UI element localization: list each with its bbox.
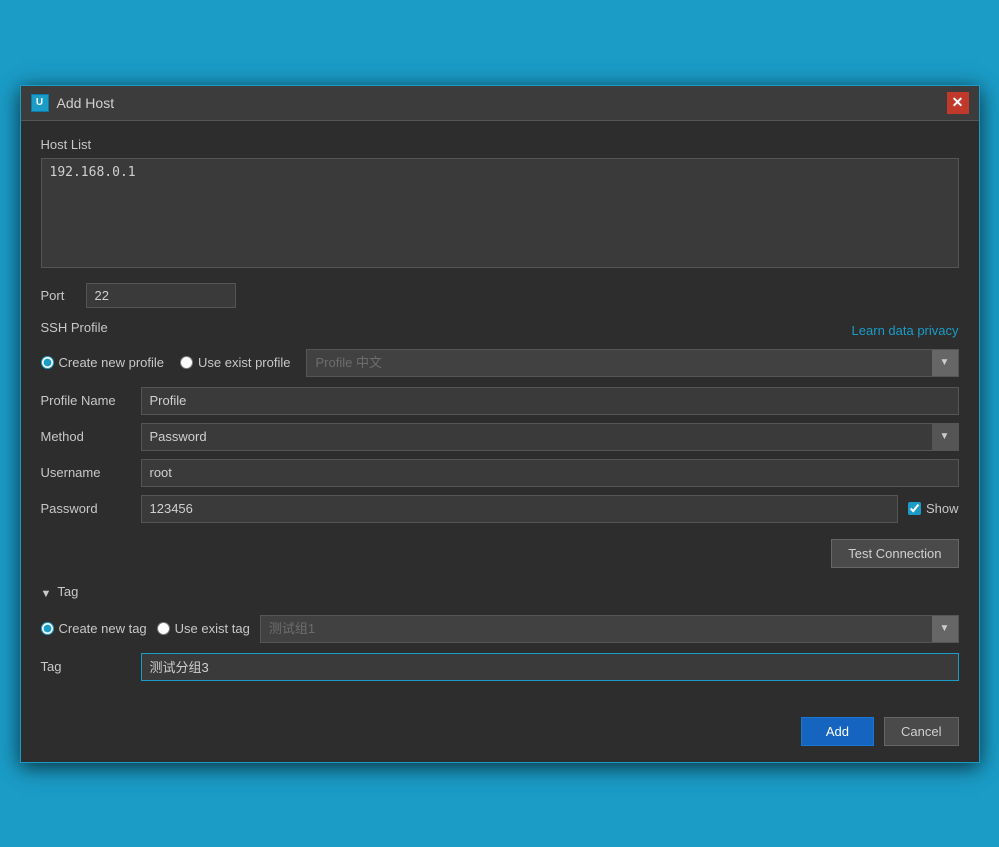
tag-triangle-icon: ▼	[41, 588, 52, 600]
port-row: Port	[41, 283, 959, 308]
ssh-radio-row: Create new profile Use exist profile Pro…	[41, 349, 959, 377]
ssh-profile-label: SSH Profile	[41, 320, 108, 335]
password-input[interactable]	[141, 495, 898, 523]
create-new-tag-option[interactable]: Create new tag	[41, 621, 147, 636]
use-exist-profile-label: Use exist profile	[198, 355, 290, 370]
use-exist-profile-radio[interactable]	[180, 356, 193, 369]
method-row: Method Password Public Key Keyboard Inte…	[41, 423, 959, 451]
tag-section-label: Tag	[57, 584, 78, 599]
tag-header: ▼ Tag	[41, 584, 959, 605]
port-input[interactable]	[86, 283, 236, 308]
host-list-input[interactable]: 192.168.0.1	[41, 158, 959, 268]
add-host-dialog: U Add Host ✕ Host List 192.168.0.1 Port …	[20, 85, 980, 763]
create-new-tag-label: Create new tag	[59, 621, 147, 636]
method-label: Method	[41, 429, 141, 444]
close-button[interactable]: ✕	[947, 92, 969, 114]
username-label: Username	[41, 465, 141, 480]
password-row: Password Show	[41, 495, 959, 523]
profile-name-input[interactable]	[141, 387, 959, 415]
password-label: Password	[41, 501, 141, 516]
profile-name-label: Profile Name	[41, 393, 141, 408]
app-icon: U	[31, 94, 49, 112]
show-password-option[interactable]: Show	[908, 501, 959, 516]
ssh-profile-section: SSH Profile Learn data privacy Create ne…	[41, 320, 959, 572]
create-new-profile-label: Create new profile	[59, 355, 165, 370]
username-input[interactable]	[141, 459, 959, 487]
test-btn-row: Test Connection	[41, 539, 959, 568]
use-exist-tag-option[interactable]: Use exist tag	[157, 621, 250, 636]
use-exist-tag-label: Use exist tag	[175, 621, 250, 636]
tag-input[interactable]	[141, 653, 959, 681]
create-new-profile-radio[interactable]	[41, 356, 54, 369]
create-new-profile-option[interactable]: Create new profile	[41, 355, 165, 370]
create-new-tag-radio[interactable]	[41, 622, 54, 635]
host-list-label: Host List	[41, 137, 959, 152]
title-bar: U Add Host ✕	[21, 86, 979, 121]
exist-profile-dropdown[interactable]: Profile 中文	[306, 349, 958, 377]
exist-profile-dropdown-wrapper: Profile 中文 ▼	[306, 349, 958, 377]
tag-section: ▼ Tag Create new tag Use exist tag 测试组1	[41, 584, 959, 689]
password-input-area: Show	[141, 495, 959, 523]
use-exist-profile-option[interactable]: Use exist profile	[180, 355, 290, 370]
dialog-body: Host List 192.168.0.1 Port SSH Profile L…	[21, 121, 979, 705]
tag-label: Tag	[41, 659, 141, 674]
method-select-wrapper: Password Public Key Keyboard Interactive…	[141, 423, 959, 451]
learn-privacy-link[interactable]: Learn data privacy	[852, 323, 959, 338]
profile-name-row: Profile Name	[41, 387, 959, 415]
method-select[interactable]: Password Public Key Keyboard Interactive	[141, 423, 959, 451]
port-label: Port	[41, 288, 76, 303]
title-bar-left: U Add Host	[31, 94, 115, 112]
show-password-checkbox[interactable]	[908, 502, 921, 515]
tag-radio-row: Create new tag Use exist tag 测试组1 ▼	[41, 615, 959, 643]
tag-input-row: Tag	[41, 653, 959, 681]
exist-tag-dropdown[interactable]: 测试组1	[260, 615, 959, 643]
username-row: Username	[41, 459, 959, 487]
ssh-header: SSH Profile Learn data privacy	[41, 320, 959, 341]
bottom-buttons: Add Cancel	[21, 705, 979, 762]
exist-tag-dropdown-wrapper: 测试组1 ▼	[260, 615, 959, 643]
dialog-title: Add Host	[57, 95, 115, 111]
use-exist-tag-radio[interactable]	[157, 622, 170, 635]
show-password-label: Show	[926, 501, 959, 516]
cancel-button[interactable]: Cancel	[884, 717, 958, 746]
add-button[interactable]: Add	[801, 717, 874, 746]
test-connection-button[interactable]: Test Connection	[831, 539, 958, 568]
host-list-section: Host List 192.168.0.1	[41, 137, 959, 271]
